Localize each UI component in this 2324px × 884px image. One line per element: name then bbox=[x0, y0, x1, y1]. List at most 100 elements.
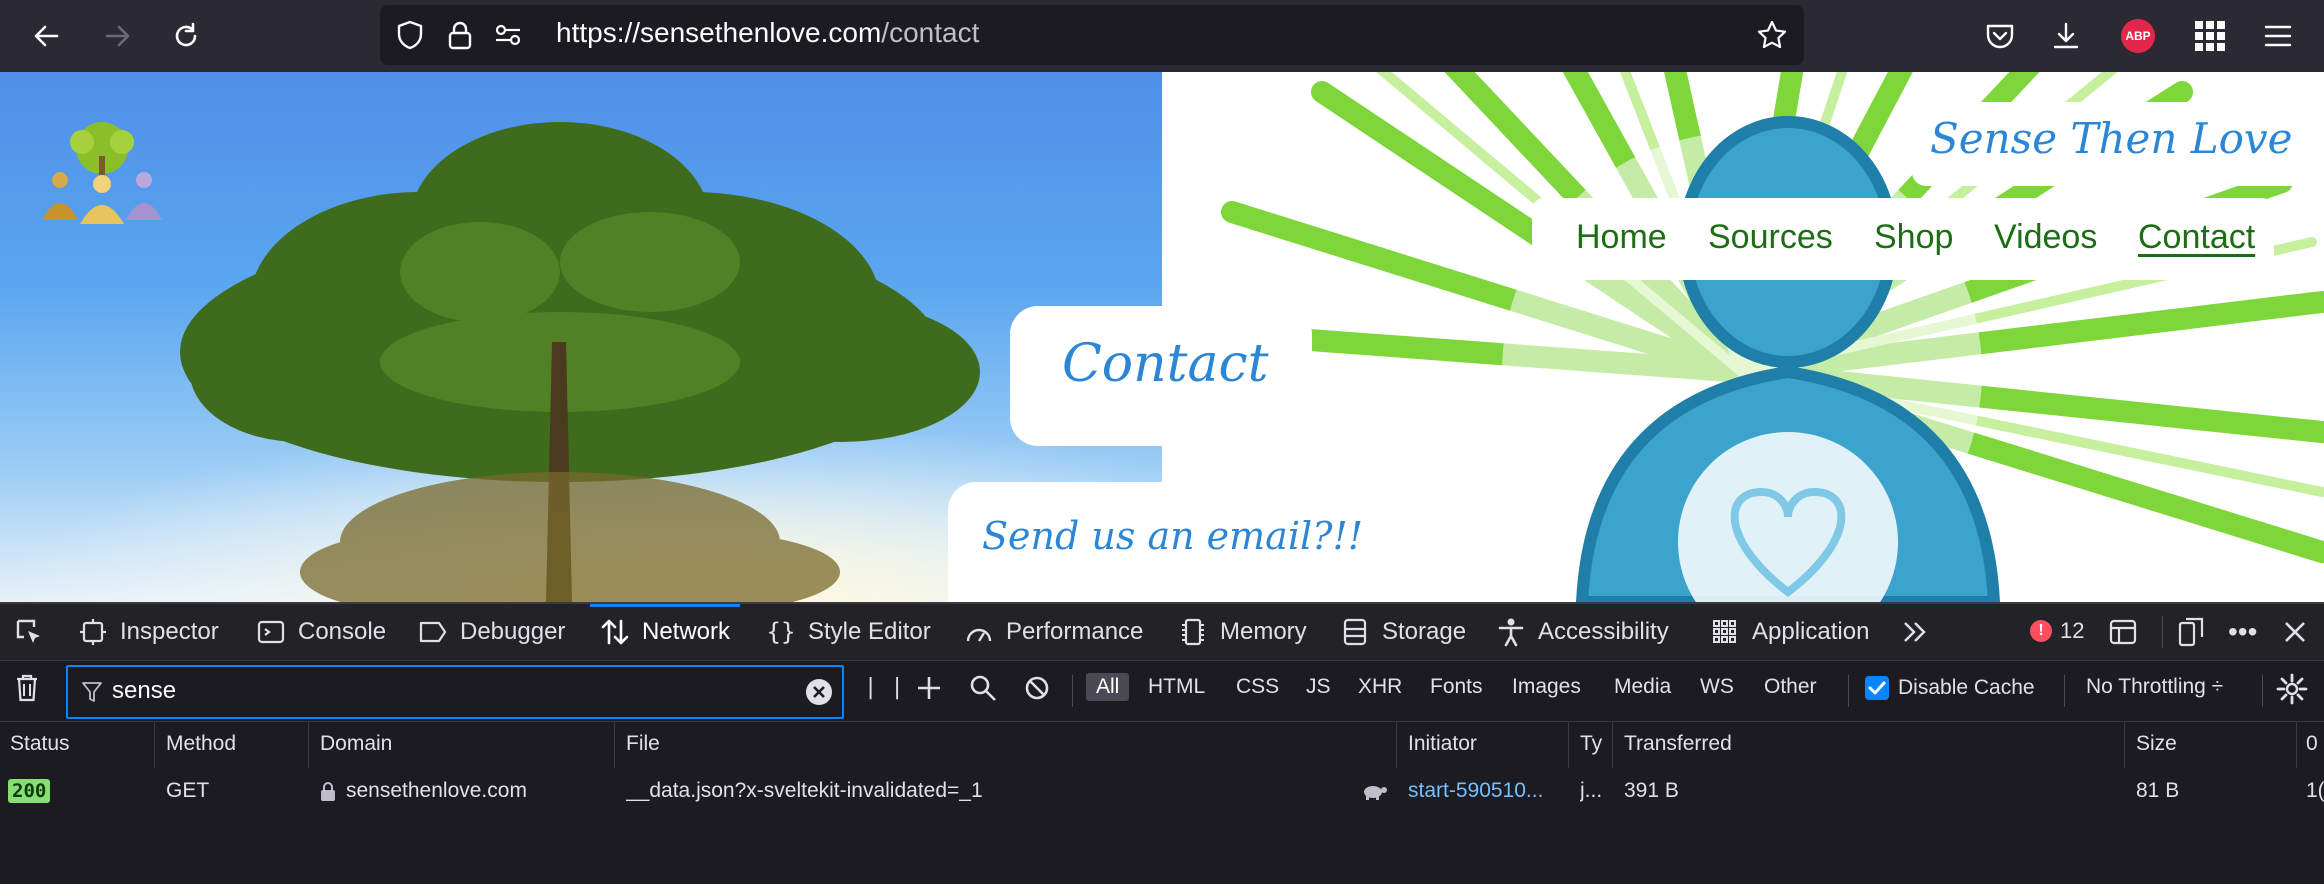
tab-memory[interactable]: Memory bbox=[1178, 604, 1307, 660]
checkbox-checked-icon[interactable] bbox=[1864, 675, 1890, 701]
nav-contact-link[interactable]: Contact bbox=[2138, 218, 2255, 257]
column-method[interactable]: Method bbox=[166, 732, 236, 756]
table-row[interactable]: 200 GET sensethenlove.com __data.json?x-… bbox=[0, 768, 2324, 814]
lock-icon bbox=[321, 782, 335, 801]
clear-requests-button[interactable] bbox=[14, 673, 40, 707]
url-text[interactable]: https://sensethenlove.com/contact bbox=[556, 17, 979, 49]
column-resizer[interactable] bbox=[1568, 722, 1569, 768]
column-initiator[interactable]: Initiator bbox=[1408, 732, 1477, 756]
more-tabs-button[interactable] bbox=[1900, 604, 1942, 660]
column-status[interactable]: Status bbox=[10, 732, 70, 756]
row-transferred: 391 B bbox=[1624, 779, 1679, 802]
column-resizer[interactable] bbox=[2124, 722, 2125, 768]
filter-type-other[interactable]: Other bbox=[1764, 675, 1817, 699]
column-resizer[interactable] bbox=[2296, 722, 2297, 768]
accessibility-icon bbox=[1496, 617, 1526, 647]
tab-style-editor[interactable]: {} Style Editor bbox=[766, 604, 931, 660]
column-waterfall[interactable]: 0 bbox=[2306, 732, 2322, 756]
column-resizer[interactable] bbox=[614, 722, 615, 768]
adblock-button[interactable]: ABP bbox=[2112, 10, 2164, 62]
column-transferred[interactable]: Transferred bbox=[1624, 732, 1732, 756]
bookmark-button[interactable] bbox=[1756, 19, 1788, 51]
clear-filter-icon[interactable] bbox=[804, 677, 834, 707]
filter-type-css[interactable]: CSS bbox=[1236, 675, 1279, 699]
tab-application[interactable]: Application bbox=[1710, 604, 1869, 660]
search-requests-button[interactable] bbox=[968, 673, 998, 707]
filter-separator-4 bbox=[2262, 675, 2263, 707]
row-domain: sensethenlove.com bbox=[346, 779, 527, 802]
filter-urls-input[interactable]: sense bbox=[66, 665, 844, 719]
column-resizer[interactable] bbox=[154, 722, 155, 768]
row-size: 81 B bbox=[2136, 779, 2180, 802]
column-resizer[interactable] bbox=[1396, 722, 1397, 768]
filter-type-all[interactable]: All bbox=[1086, 673, 1130, 701]
element-picker-button[interactable] bbox=[14, 604, 56, 660]
url-path: /contact bbox=[881, 17, 980, 48]
web-page: Sense Then Love Home Sources Shop Videos… bbox=[0, 72, 2324, 602]
tab-debugger[interactable]: Debugger bbox=[418, 604, 565, 660]
app-menu-button[interactable] bbox=[2252, 10, 2304, 62]
nav-home-link[interactable]: Home bbox=[1576, 218, 1667, 257]
column-resizer[interactable] bbox=[1612, 722, 1613, 768]
filter-separator-2 bbox=[1848, 675, 1849, 707]
throttling-select[interactable]: No Throttling ÷ bbox=[2086, 675, 2223, 699]
column-type[interactable]: Ty bbox=[1580, 732, 1606, 756]
row-initiator-link[interactable]: start-590510... bbox=[1408, 779, 1564, 803]
filter-type-images[interactable]: Images bbox=[1512, 675, 1581, 699]
element-picker-icon bbox=[14, 617, 44, 647]
url-host: https://sensethenlove.com bbox=[556, 17, 882, 48]
network-settings-button[interactable] bbox=[2276, 673, 2308, 709]
add-request-button[interactable] bbox=[914, 673, 944, 707]
nav-shop-link[interactable]: Shop bbox=[1874, 218, 1953, 257]
pause-recording-button[interactable]: | | bbox=[864, 675, 904, 700]
filter-type-xhr[interactable]: XHR bbox=[1358, 675, 1402, 699]
network-filter-bar: sense | | All HTML CSS JS XHR Fonts Imag… bbox=[0, 661, 2324, 722]
site-brand-title[interactable]: Sense Then Love bbox=[1930, 114, 2293, 163]
filter-type-html[interactable]: HTML bbox=[1148, 675, 1205, 699]
column-domain[interactable]: Domain bbox=[320, 732, 392, 756]
nav-videos-link[interactable]: Videos bbox=[1994, 218, 2097, 257]
block-requests-button[interactable] bbox=[1022, 673, 1052, 707]
responsive-design-icon bbox=[2176, 617, 2206, 647]
forward-button[interactable] bbox=[92, 10, 144, 62]
tab-performance[interactable]: Performance bbox=[964, 604, 1143, 660]
error-count-badge[interactable]: ! 12 bbox=[2030, 618, 2084, 644]
adblock-icon: ABP bbox=[2121, 19, 2155, 53]
permissions-button[interactable] bbox=[492, 19, 524, 51]
url-bar[interactable]: https://sensethenlove.com/contact bbox=[380, 5, 1804, 65]
filter-type-media[interactable]: Media bbox=[1614, 675, 1671, 699]
tab-memory-label: Memory bbox=[1220, 618, 1307, 645]
tab-network[interactable]: Network bbox=[589, 604, 741, 660]
tab-inspector[interactable]: Inspector bbox=[78, 604, 219, 660]
toggle-split-console-button[interactable] bbox=[2108, 604, 2150, 660]
debugger-icon bbox=[418, 617, 448, 647]
tab-console-label: Console bbox=[298, 618, 387, 645]
disable-cache-toggle[interactable]: Disable Cache bbox=[1864, 675, 2035, 701]
filter-type-fonts[interactable]: Fonts bbox=[1430, 675, 1483, 699]
tab-storage[interactable]: Storage bbox=[1340, 604, 1466, 660]
column-resizer[interactable] bbox=[308, 722, 309, 768]
filter-type-ws[interactable]: WS bbox=[1700, 675, 1734, 699]
downloads-button[interactable] bbox=[2040, 10, 2092, 62]
site-logo[interactable] bbox=[30, 120, 174, 234]
braces-icon: {} bbox=[766, 618, 796, 646]
tab-console[interactable]: Console bbox=[256, 604, 386, 660]
reload-button[interactable] bbox=[160, 10, 212, 62]
apps-button[interactable] bbox=[2184, 10, 2236, 62]
filter-type-js[interactable]: JS bbox=[1306, 675, 1331, 699]
back-button[interactable] bbox=[20, 10, 72, 62]
bookmark-star-icon bbox=[1757, 20, 1787, 49]
pocket-button[interactable] bbox=[1974, 10, 2026, 62]
site-security-button[interactable] bbox=[444, 19, 476, 51]
hamburger-menu-icon bbox=[2264, 25, 2292, 47]
tab-accessibility[interactable]: Accessibility bbox=[1496, 604, 1669, 660]
devtools-options-button[interactable]: ••• bbox=[2228, 604, 2257, 660]
tab-network-label: Network bbox=[642, 618, 731, 645]
email-prompt[interactable]: Send us an email?!! bbox=[982, 514, 1363, 558]
nav-sources-link[interactable]: Sources bbox=[1708, 218, 1833, 257]
column-file[interactable]: File bbox=[626, 732, 660, 756]
tracking-protection-button[interactable] bbox=[394, 19, 426, 51]
close-devtools-button[interactable] bbox=[2280, 604, 2322, 660]
responsive-design-button[interactable] bbox=[2176, 604, 2218, 660]
column-size[interactable]: Size bbox=[2136, 732, 2177, 756]
